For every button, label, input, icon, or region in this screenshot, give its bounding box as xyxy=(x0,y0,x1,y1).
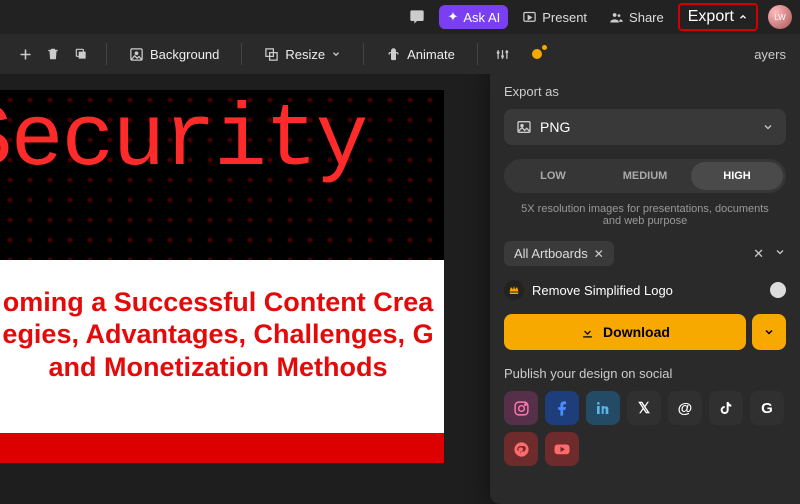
publish-title: Publish your design on social xyxy=(504,366,786,381)
social-tiktok[interactable] xyxy=(709,391,743,425)
delete-button[interactable] xyxy=(40,41,66,67)
top-bar: ✦ Ask AI Present Share Export LW xyxy=(0,0,800,34)
present-button[interactable]: Present xyxy=(514,6,595,29)
animate-button[interactable]: Animate xyxy=(376,43,465,66)
social-grid: 𝕏 @ G xyxy=(504,391,786,466)
sliders-icon xyxy=(495,47,510,62)
remove-logo-toggle[interactable] xyxy=(770,282,786,298)
quality-description: 5X resolution images for presentations, … xyxy=(504,203,786,227)
threads-icon: @ xyxy=(678,400,693,417)
background-label: Background xyxy=(150,47,219,62)
panel-title: Export as xyxy=(504,84,786,99)
download-button[interactable]: Download xyxy=(504,314,746,350)
export-panel: Export as PNG LOW MEDIUM HIGH 5X resolut… xyxy=(490,74,800,504)
download-more-button[interactable] xyxy=(752,314,786,350)
download-label: Download xyxy=(603,324,670,340)
artboards-chip-label: All Artboards xyxy=(514,246,588,261)
content-title: oming a Successful Content Crea egies, A… xyxy=(0,260,444,433)
format-select[interactable]: PNG xyxy=(504,109,786,145)
adjustments-button[interactable] xyxy=(490,41,516,67)
artboard-selector: All Artboards ✕ ✕ xyxy=(504,241,786,266)
resize-icon xyxy=(264,47,279,62)
clear-all-icon[interactable]: ✕ xyxy=(753,246,764,262)
export-label: Export xyxy=(688,8,734,26)
ask-ai-button[interactable]: ✦ Ask AI xyxy=(439,5,508,29)
user-avatar[interactable]: LW xyxy=(768,5,792,29)
social-pinterest[interactable] xyxy=(504,432,538,466)
divider xyxy=(241,43,242,65)
quality-selector: LOW MEDIUM HIGH xyxy=(504,159,786,193)
sparkle-icon: ✦ xyxy=(447,9,458,25)
remove-logo-row: Remove Simplified Logo xyxy=(504,280,786,300)
comments-button[interactable] xyxy=(401,5,433,29)
present-label: Present xyxy=(542,10,587,25)
social-linkedin[interactable] xyxy=(586,391,620,425)
plus-icon xyxy=(18,47,33,62)
quality-low[interactable]: LOW xyxy=(507,162,599,190)
social-facebook[interactable] xyxy=(545,391,579,425)
animate-label: Animate xyxy=(407,47,455,62)
social-instagram[interactable] xyxy=(504,391,538,425)
chevron-down-icon xyxy=(763,326,775,338)
title-line: egies, Advantages, Challenges, G xyxy=(2,319,433,349)
export-button[interactable]: Export xyxy=(678,3,758,31)
social-threads[interactable]: @ xyxy=(668,391,702,425)
image-icon xyxy=(516,119,532,135)
speech-bubble-icon xyxy=(409,9,425,25)
remove-chip-icon[interactable]: ✕ xyxy=(594,247,604,261)
layers-label-cropped[interactable]: ayers xyxy=(752,43,788,66)
share-label: Share xyxy=(629,10,664,25)
pinterest-icon xyxy=(513,441,530,458)
copy-icon xyxy=(74,47,88,61)
accent-bar xyxy=(0,433,444,463)
divider xyxy=(477,43,478,65)
quality-high[interactable]: HIGH xyxy=(691,162,783,190)
google-icon: G xyxy=(761,400,773,417)
linkedin-icon xyxy=(595,400,611,416)
divider xyxy=(106,43,107,65)
remove-logo-label: Remove Simplified Logo xyxy=(532,283,673,298)
resize-button[interactable]: Resize xyxy=(254,43,351,66)
canvas-toolbar: Background Resize Animate ayers xyxy=(0,34,800,74)
hero-image xyxy=(0,90,444,260)
x-icon: 𝕏 xyxy=(638,399,650,417)
instagram-icon xyxy=(513,400,530,417)
chevron-up-icon xyxy=(738,12,748,22)
duplicate-button[interactable] xyxy=(68,41,94,67)
ask-ai-label: Ask AI xyxy=(463,10,500,25)
chevron-down-icon xyxy=(331,49,341,59)
divider xyxy=(363,43,364,65)
chevron-down-icon xyxy=(762,121,774,133)
background-icon xyxy=(129,47,144,62)
notification-dot-icon xyxy=(542,45,547,50)
trash-icon xyxy=(46,47,60,61)
share-button[interactable]: Share xyxy=(601,6,672,29)
add-button[interactable] xyxy=(12,41,38,67)
effects-button[interactable] xyxy=(524,41,550,67)
social-youtube[interactable] xyxy=(545,432,579,466)
title-line: oming a Successful Content Crea xyxy=(3,287,434,317)
quality-medium[interactable]: MEDIUM xyxy=(599,162,691,190)
resize-label: Resize xyxy=(285,47,325,62)
artboards-chip[interactable]: All Artboards ✕ xyxy=(504,241,614,266)
social-x[interactable]: 𝕏 xyxy=(627,391,661,425)
chevron-down-icon[interactable] xyxy=(774,246,786,262)
background-button[interactable]: Background xyxy=(119,43,229,66)
facebook-icon xyxy=(554,400,571,417)
people-icon xyxy=(609,10,624,25)
youtube-icon xyxy=(553,440,571,458)
circle-dot-icon xyxy=(531,48,543,60)
canvas-area: oming a Successful Content Crea egies, A… xyxy=(0,74,800,504)
play-screen-icon xyxy=(522,10,537,25)
artboard[interactable]: oming a Successful Content Crea egies, A… xyxy=(0,90,444,463)
social-google[interactable]: G xyxy=(750,391,784,425)
tiktok-icon xyxy=(718,400,734,416)
download-icon xyxy=(580,325,595,340)
animate-icon xyxy=(386,47,401,62)
title-line: and Monetization Methods xyxy=(49,352,388,382)
crown-icon xyxy=(504,280,524,300)
format-value: PNG xyxy=(540,119,570,135)
